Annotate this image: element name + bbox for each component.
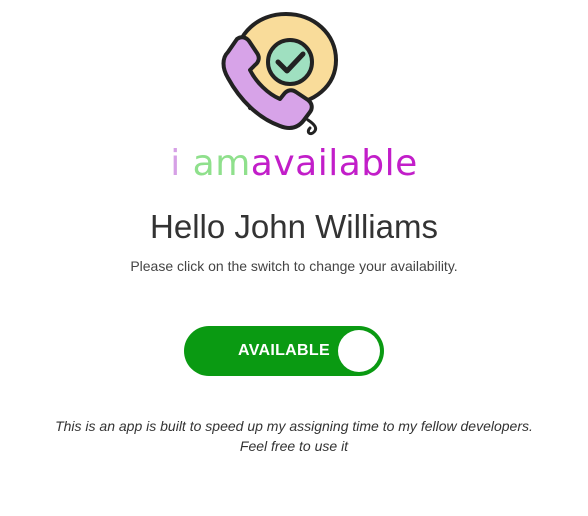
- wordmark-part-i: i: [170, 143, 193, 184]
- wordmark-part-am: am: [192, 143, 251, 184]
- footer-note: This is an app is built to speed up my a…: [0, 416, 588, 456]
- availability-toggle[interactable]: AVAILABLE: [184, 326, 384, 376]
- app-logo: i amavailable: [0, 8, 588, 184]
- footer-line-2: Feel free to use it: [239, 438, 349, 454]
- phone-checkmark-icon: [221, 12, 338, 136]
- app-wordmark: i amavailable: [0, 142, 588, 186]
- page-subtitle: Please click on the switch to change you…: [130, 258, 458, 274]
- footer-line-1: This is an app is built to speed up my a…: [55, 418, 533, 434]
- wordmark-part-available: available: [250, 143, 418, 184]
- page-title: Hello John Williams: [150, 208, 438, 245]
- toggle-knob[interactable]: [338, 330, 380, 372]
